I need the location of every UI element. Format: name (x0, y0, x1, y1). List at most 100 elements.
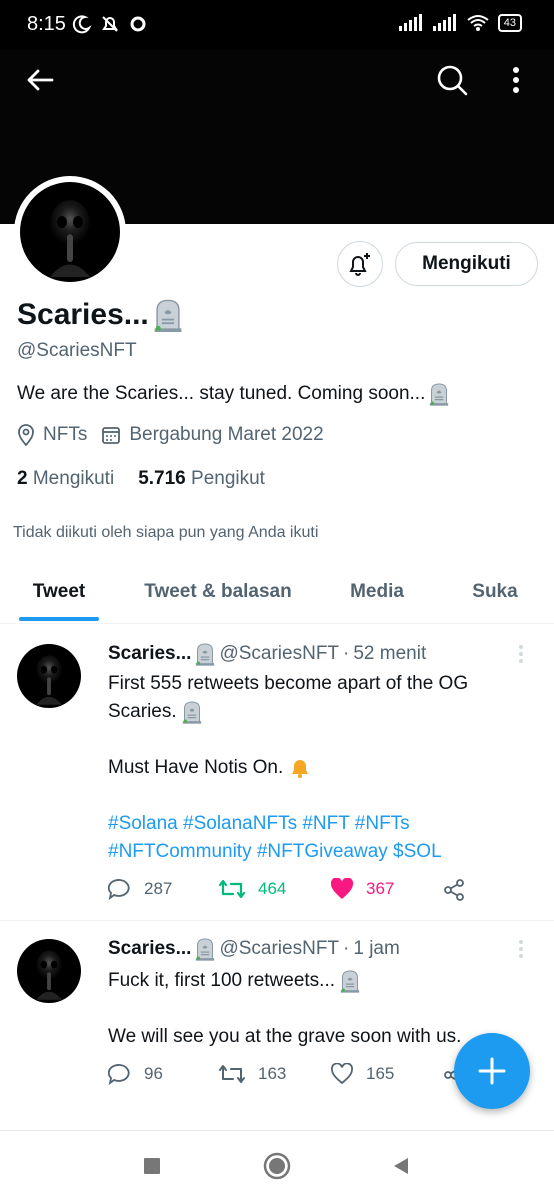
wifi-icon (467, 15, 489, 31)
back-nav-button[interactable] (386, 1151, 416, 1181)
more-vertical-icon (519, 940, 523, 958)
profile-avatar[interactable] (14, 176, 126, 288)
bell-emoji-icon (291, 759, 308, 778)
plus-icon (478, 1057, 506, 1085)
profile-meta: NFTs Bergabung Maret 2022 (17, 424, 338, 446)
heart-outline-icon (331, 1063, 353, 1085)
reply-icon (108, 1064, 130, 1085)
profile-location: NFTs (17, 424, 87, 446)
tweet-hashtags[interactable]: #NFTCommunity #NFTGiveaway $SOL (108, 838, 468, 866)
retweet-button[interactable]: 464 (218, 878, 286, 900)
tombstone-icon (429, 382, 449, 406)
tweet-text: First 555 retweets become apart of the O… (108, 670, 468, 866)
like-count: 165 (366, 1064, 395, 1083)
profile-name-text: Scaries... (17, 298, 149, 331)
tombstone-icon (195, 937, 215, 961)
heart-filled-icon (330, 878, 354, 899)
tab-tweet-replies[interactable]: Tweet & balasan (130, 560, 306, 624)
triangle-back-icon (394, 1158, 408, 1174)
tweet-time: 52 menit (353, 643, 427, 664)
bell-plus-icon (349, 253, 370, 276)
tweet-text: Fuck it, first 100 retweets... We will s… (108, 969, 462, 1047)
tweet-hashtags[interactable]: #Solana #SolanaNFTs #NFT #NFTs (108, 810, 468, 838)
tab-active-indicator (19, 617, 99, 621)
profile-tabs: Tweet Tweet & balasan Media Suka (0, 560, 554, 624)
mute-icon (102, 16, 118, 32)
more-options-button[interactable] (500, 60, 532, 100)
retweet-icon (218, 879, 246, 899)
tab-likes[interactable]: Suka (460, 560, 530, 624)
profile-name: Scaries... (17, 298, 183, 332)
skull-avatar-image (20, 182, 120, 282)
search-button[interactable] (432, 60, 472, 100)
sync-icon (130, 16, 146, 32)
tweet-avatar[interactable] (17, 644, 81, 708)
following-stat[interactable]: 2 Mengikuti (17, 468, 114, 490)
skull-avatar-image (17, 644, 81, 708)
location-pin-icon (18, 424, 34, 446)
arrow-left-icon (27, 69, 54, 91)
profile-joined: Bergabung Maret 2022 (101, 424, 324, 446)
tombstone-icon (153, 298, 183, 332)
reply-button[interactable]: 96 (108, 1063, 163, 1085)
joined-text: Bergabung Maret 2022 (129, 424, 324, 445)
compose-tweet-button[interactable] (454, 1033, 530, 1109)
tombstone-icon (182, 700, 202, 724)
retweet-count: 163 (258, 1064, 287, 1083)
reply-count: 96 (144, 1064, 163, 1083)
share-button[interactable] (442, 878, 466, 902)
tweet-avatar[interactable] (17, 939, 81, 1003)
tweet-time: 1 jam (353, 938, 400, 959)
retweet-icon (219, 1065, 245, 1083)
back-button[interactable] (20, 62, 60, 98)
tweet-separator: · (343, 938, 350, 959)
followed-by-note: Tidak diikuti oleh siapa pun yang Anda i… (13, 524, 319, 541)
system-navigation-bar (0, 1130, 554, 1200)
retweet-count: 464 (258, 879, 287, 898)
profile-handle: @ScariesNFT (17, 340, 137, 361)
more-vertical-icon (519, 645, 523, 663)
status-time: 8:15 (27, 13, 66, 35)
tweet-author-name: Scaries... (108, 643, 192, 664)
square-icon (144, 1158, 160, 1174)
battery-indicator: 43 (497, 14, 522, 32)
tombstone-icon (340, 969, 360, 993)
reply-button[interactable]: 287 (108, 878, 172, 900)
signal-icon (432, 14, 456, 31)
tab-media[interactable]: Media (336, 560, 418, 624)
tweet-header: Scaries... @ScariesNFT · 52 menit (108, 642, 426, 666)
profile-bio: We are the Scaries... stay tuned. Coming… (17, 382, 449, 406)
tweet-more-button[interactable] (518, 644, 524, 669)
circle-home-icon (263, 1152, 291, 1180)
like-button[interactable]: 165 (330, 1063, 394, 1085)
tweet-author-name: Scaries... (108, 938, 192, 959)
tombstone-icon (195, 642, 215, 666)
tweet-separator: · (343, 643, 350, 664)
profile-bio-text: We are the Scaries... stay tuned. Coming… (17, 383, 426, 404)
retweet-button[interactable]: 163 (218, 1063, 286, 1085)
followers-stat[interactable]: 5.716 Pengikut (138, 468, 265, 490)
more-vertical-icon (513, 67, 519, 93)
like-count: 367 (366, 879, 395, 898)
tweet-header: Scaries... @ScariesNFT · 1 jam (108, 937, 400, 961)
reply-icon (108, 879, 130, 900)
location-text: NFTs (43, 424, 88, 445)
notifications-button[interactable] (337, 241, 383, 287)
recent-apps-button[interactable] (137, 1151, 167, 1181)
moon-icon (72, 15, 92, 34)
following-button[interactable]: Mengikuti (395, 242, 538, 286)
like-button[interactable]: 367 (330, 878, 394, 900)
reply-count: 287 (144, 879, 173, 898)
tweet-author-handle: @ScariesNFT (219, 643, 340, 664)
tweet[interactable]: Scaries... @ScariesNFT · 52 menit First … (0, 624, 554, 920)
search-icon (437, 65, 468, 96)
tab-tweet[interactable]: Tweet (19, 560, 99, 624)
home-nav-button[interactable] (262, 1151, 292, 1181)
status-bar: 8:15 43 (0, 0, 554, 50)
tweet-author-handle: @ScariesNFT (219, 938, 340, 959)
skull-avatar-image (17, 939, 81, 1003)
profile-stats: 2 Mengikuti 5.716 Pengikut (17, 468, 265, 490)
signal-icon (398, 14, 422, 31)
share-icon (444, 879, 464, 901)
tweet-more-button[interactable] (518, 939, 524, 964)
